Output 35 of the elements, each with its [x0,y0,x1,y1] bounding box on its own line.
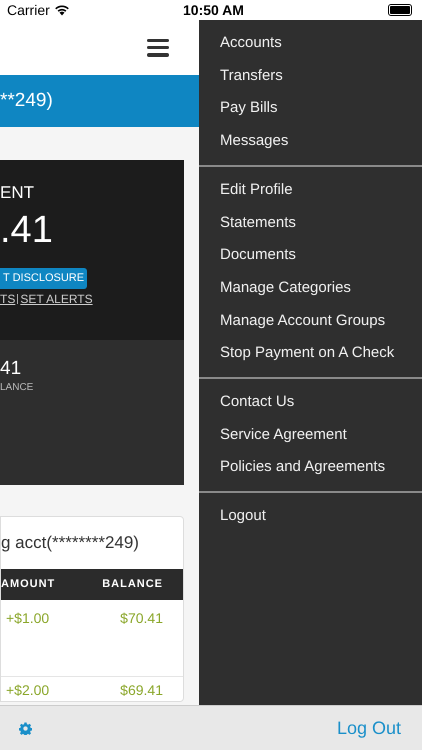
battery-icon [388,4,412,16]
table-cell-text: +$1.00 [6,609,50,628]
menu-icon[interactable] [147,38,169,56]
menu-item[interactable]: Pay Bills [220,97,278,120]
table-cell-text: $70.41 [120,609,163,628]
menu-item[interactable]: Contact Us [220,390,294,414]
menu-item[interactable]: Service Agreement [220,424,347,446]
status-time: 10:50 AM [183,0,244,20]
table-cell-text: $69.41 [120,681,163,700]
card-link[interactable]: SET ALERTS [20,290,93,308]
card-label: ENT [0,182,35,204]
menu-item[interactable]: Messages [220,130,288,153]
balance-amount: .41 [0,208,54,252]
table-cell-text: +$2.00 [6,681,50,700]
carrier-label: Carrier [7,0,50,20]
account-title: **249) [0,88,53,113]
column-header: AMOUNT [1,577,56,592]
menu-item[interactable]: Logout [220,505,266,528]
menu-item[interactable]: Documents [220,244,296,267]
menu-item[interactable]: Edit Profile [220,178,293,202]
menu-item[interactable]: Manage Categories [220,276,351,300]
menu-item[interactable]: Statements [220,212,296,234]
card-link[interactable]: TS [0,290,16,308]
menu-item[interactable]: Manage Account Groups [220,310,386,332]
secondary-label: LANCE [0,381,34,395]
wifi-icon [54,4,70,16]
disclosure-button[interactable]: T DISCLOSURE [0,268,88,288]
menu-item[interactable]: Accounts [220,32,282,55]
secondary-amount: 41 [0,358,22,380]
column-header: BALANCE [102,577,163,592]
menu-item[interactable]: Stop Payment on A Check [220,342,394,365]
menu-item[interactable]: Policies and Agreements [220,456,386,479]
menu-item[interactable]: Transfers [220,64,283,88]
settings-icon[interactable] [19,722,32,734]
card-title: g acct(********249) [1,532,139,554]
